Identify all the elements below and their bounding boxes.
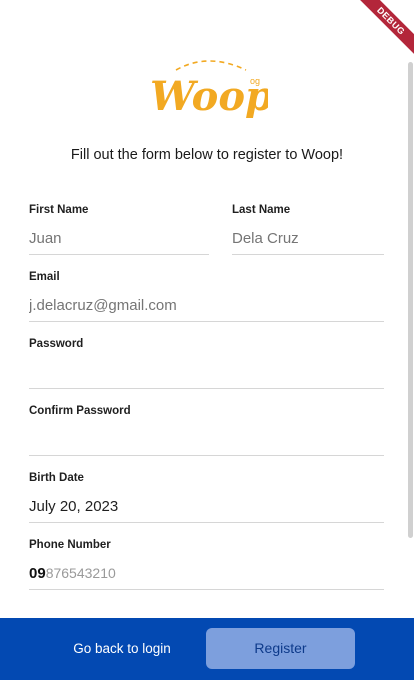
email-input[interactable] — [29, 297, 384, 314]
debug-banner: DEBUG — [344, 0, 414, 70]
confirm-password-input[interactable] — [29, 431, 384, 448]
last-name-input[interactable] — [232, 230, 384, 247]
logo-suffix: og — [250, 76, 260, 86]
woop-logo: Woop! og — [148, 56, 291, 120]
back-to-login-link[interactable]: Go back to login — [62, 618, 182, 680]
phone-number-input[interactable]: 09876543210 — [29, 565, 384, 582]
phone-prefix: 09 — [29, 565, 46, 582]
phone-placeholder: 876543210 — [45, 565, 116, 581]
birth-date-label: Birth Date — [29, 472, 84, 484]
last-name-label: Last Name — [232, 204, 291, 216]
last-name-underline — [232, 254, 384, 255]
debug-banner-label: DEBUG — [354, 0, 414, 58]
birth-date-field[interactable]: July 20, 2023 — [29, 498, 384, 515]
birth-date-underline — [29, 522, 384, 523]
password-underline — [29, 388, 384, 389]
phone-number-underline — [29, 589, 384, 590]
first-name-input[interactable] — [29, 230, 209, 247]
page-subtitle: Fill out the form below to register to W… — [70, 147, 344, 163]
password-input[interactable] — [29, 364, 384, 381]
first-name-underline — [29, 254, 209, 255]
password-label: Password — [29, 338, 84, 350]
email-underline — [29, 321, 384, 322]
register-button[interactable]: Register — [206, 628, 355, 669]
bottom-action-bar: Go back to login Register — [0, 618, 414, 680]
confirm-password-label: Confirm Password — [29, 405, 131, 417]
first-name-label: First Name — [29, 204, 89, 216]
scrollbar[interactable] — [408, 62, 413, 538]
confirm-password-underline — [29, 455, 384, 456]
phone-number-label: Phone Number — [29, 539, 111, 551]
email-label: Email — [29, 271, 60, 283]
